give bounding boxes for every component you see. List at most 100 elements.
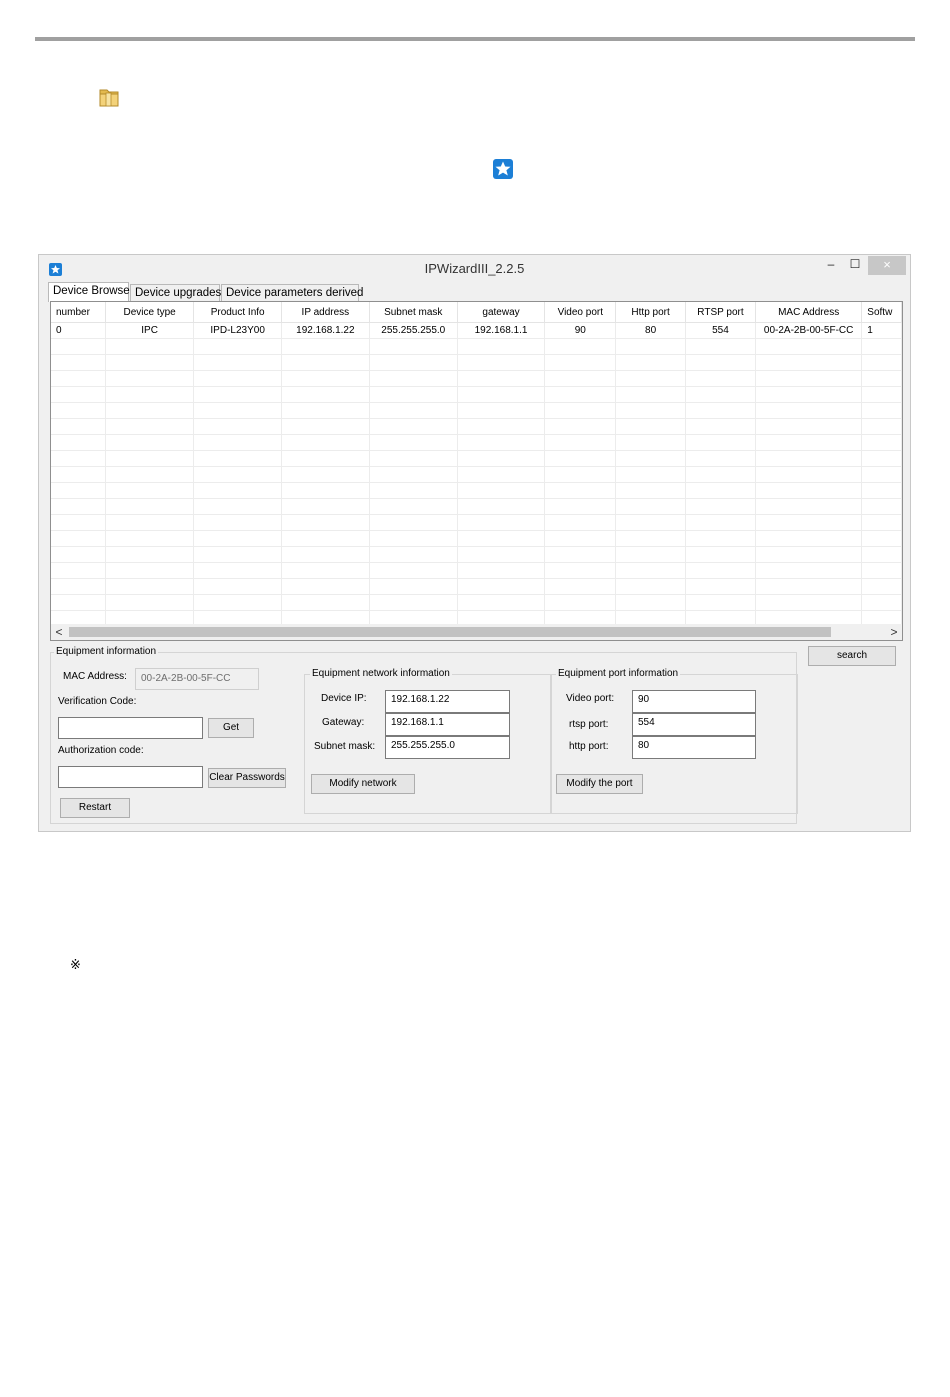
table-row[interactable]: 0 IPC IPD-L23Y00 192.168.1.22 255.255.25… (51, 322, 902, 339)
ipwizard-window: IPWizardIII_2.2.5 – ☐ × Device Browse De… (38, 254, 911, 832)
tab-device-parameters-derived[interactable]: Device parameters derived (221, 284, 363, 302)
device-ip-input[interactable]: 192.168.1.22 (385, 690, 510, 713)
equipment-network-label: Equipment network information (310, 668, 452, 679)
grid-cell-empty (193, 562, 282, 579)
grid-cell-empty (105, 594, 195, 611)
table-row-empty[interactable] (51, 530, 902, 547)
grid-cell-empty (281, 594, 370, 611)
device-grid[interactable]: number Device type Product Info IP addre… (50, 301, 903, 641)
modify-port-button[interactable]: Modify the port (556, 774, 643, 794)
column-header-number[interactable]: number (51, 302, 106, 323)
grid-cell-empty (615, 546, 686, 563)
table-row-empty[interactable] (51, 434, 902, 451)
modify-network-button[interactable]: Modify network (311, 774, 415, 794)
rtsp-port-input[interactable]: 554 (632, 713, 756, 736)
table-row-empty[interactable] (51, 578, 902, 595)
cell-gateway: 192.168.1.1 (457, 322, 546, 339)
grid-cell-empty (369, 562, 458, 579)
table-row-empty[interactable] (51, 418, 902, 435)
tab-device-browse[interactable]: Device Browse (48, 282, 130, 302)
window-title: IPWizardIII_2.2.5 (424, 261, 525, 276)
grid-cell-empty (105, 418, 195, 435)
grid-cell-empty (861, 466, 902, 483)
table-row-empty[interactable] (51, 402, 902, 419)
grid-cell-empty (193, 402, 282, 419)
grid-cell-empty (369, 354, 458, 371)
column-header-subnet-mask[interactable]: Subnet mask (369, 302, 458, 323)
column-header-mac-address[interactable]: MAC Address (755, 302, 863, 323)
scrollbar-thumb[interactable] (69, 627, 831, 637)
grid-header-row: number Device type Product Info IP addre… (51, 302, 902, 323)
grid-cell-empty (51, 354, 106, 371)
column-header-gateway[interactable]: gateway (457, 302, 546, 323)
grid-cell-empty (369, 578, 458, 595)
grid-cell-empty (51, 386, 106, 403)
grid-cell-empty (281, 354, 370, 371)
column-header-http-port[interactable]: Http port (615, 302, 686, 323)
subnet-mask-input[interactable]: 255.255.255.0 (385, 736, 510, 759)
grid-cell-empty (51, 466, 106, 483)
verification-code-input[interactable] (58, 717, 203, 739)
grid-cell-empty (281, 402, 370, 419)
grid-cell-empty (369, 338, 458, 355)
column-header-ip-address[interactable]: IP address (281, 302, 370, 323)
grid-cell-empty (544, 498, 617, 515)
restart-button[interactable]: Restart (60, 798, 130, 818)
grid-cell-empty (615, 594, 686, 611)
grid-cell-empty (369, 370, 458, 387)
column-header-video-port[interactable]: Video port (544, 302, 617, 323)
grid-cell-empty (544, 482, 617, 499)
table-row-empty[interactable] (51, 338, 902, 355)
table-row-empty[interactable] (51, 386, 902, 403)
grid-cell-empty (281, 546, 370, 563)
grid-cell-empty (544, 418, 617, 435)
table-row-empty[interactable] (51, 594, 902, 611)
tab-device-upgrades[interactable]: Device upgrades (130, 284, 221, 302)
table-row-empty[interactable] (51, 482, 902, 499)
table-row-empty[interactable] (51, 546, 902, 563)
horizontal-scrollbar[interactable]: < > (51, 624, 902, 640)
get-button[interactable]: Get (208, 718, 254, 738)
grid-cell-empty (685, 514, 756, 531)
table-row-empty[interactable] (51, 466, 902, 483)
scroll-left-icon[interactable]: < (51, 624, 67, 640)
scroll-right-icon[interactable]: > (886, 624, 902, 640)
minimize-button[interactable]: – (821, 256, 841, 275)
grid-cell-empty (105, 514, 195, 531)
grid-cell-empty (369, 418, 458, 435)
grid-cell-empty (755, 498, 863, 515)
table-row-empty[interactable] (51, 354, 902, 371)
grid-cell-empty (685, 418, 756, 435)
grid-cell-empty (369, 450, 458, 467)
grid-cell-empty (755, 562, 863, 579)
cell-mac-address: 00-2A-2B-00-5F-CC (755, 322, 863, 339)
grid-cell-empty (544, 466, 617, 483)
close-button[interactable]: × (868, 256, 906, 275)
gateway-input[interactable]: 192.168.1.1 (385, 713, 510, 736)
grid-cell-empty (369, 498, 458, 515)
column-header-software[interactable]: Softw (861, 302, 902, 323)
grid-cell-empty (861, 482, 902, 499)
table-row-empty[interactable] (51, 370, 902, 387)
table-row-empty[interactable] (51, 450, 902, 467)
grid-cell-empty (861, 418, 902, 435)
grid-cell-empty (193, 546, 282, 563)
column-header-rtsp-port[interactable]: RTSP port (685, 302, 756, 323)
video-port-input[interactable]: 90 (632, 690, 756, 713)
table-row-empty[interactable] (51, 514, 902, 531)
table-row-empty[interactable] (51, 498, 902, 515)
column-header-device-type[interactable]: Device type (105, 302, 195, 323)
http-port-input[interactable]: 80 (632, 736, 756, 759)
clear-passwords-button[interactable]: Clear Passwords (208, 768, 286, 788)
title-bar[interactable]: IPWizardIII_2.2.5 – ☐ × (39, 255, 910, 283)
column-header-product-info[interactable]: Product Info (193, 302, 282, 323)
cell-ip-address: 192.168.1.22 (281, 322, 370, 339)
authorization-code-input[interactable] (58, 766, 203, 788)
maximize-button[interactable]: ☐ (845, 256, 865, 275)
search-button[interactable]: search (808, 646, 896, 666)
grid-cell-empty (457, 546, 546, 563)
grid-cell-empty (755, 594, 863, 611)
table-row-empty[interactable] (51, 562, 902, 579)
grid-cell-empty (457, 370, 546, 387)
grid-cell-empty (193, 370, 282, 387)
